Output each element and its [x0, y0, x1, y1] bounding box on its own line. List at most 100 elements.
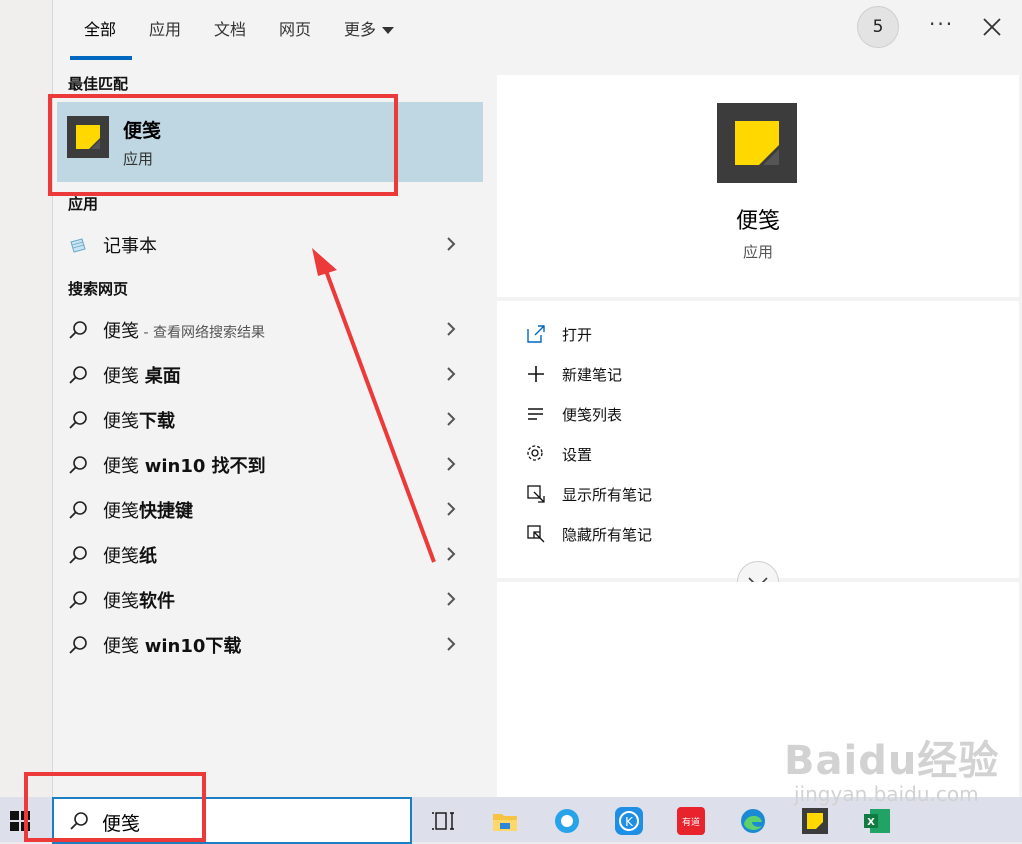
preview-type: 应用 — [742, 243, 773, 261]
tab-more[interactable]: 更多 — [344, 16, 395, 40]
chevron-right-icon[interactable] — [445, 636, 457, 652]
search-icon — [69, 591, 87, 609]
search-icon — [69, 636, 87, 654]
web-result-prefix: 便笺 — [103, 501, 139, 522]
action-label: 显示所有笔记 — [562, 486, 653, 504]
action-notes-list[interactable]: 便笺列表 — [525, 401, 825, 431]
search-icon — [69, 411, 87, 429]
action-label: 设置 — [562, 446, 593, 464]
web-result-prefix: 便笺 — [103, 591, 139, 612]
web-result[interactable]: 便笺下载 — [53, 400, 483, 440]
search-icon — [69, 321, 87, 339]
action-label: 便笺列表 — [562, 406, 623, 424]
section-web: 搜索网页 — [68, 280, 129, 298]
active-tab-indicator — [70, 56, 132, 60]
chevron-right-icon[interactable] — [445, 501, 457, 517]
notepad-icon — [70, 238, 86, 253]
action-open[interactable]: 打开 — [525, 321, 825, 351]
web-result-bold: 软件 — [139, 591, 175, 612]
tab-web[interactable]: 网页 — [279, 16, 311, 40]
action-settings[interactable]: 设置 — [525, 441, 825, 471]
sticky-notes-icon — [67, 116, 109, 158]
web-result[interactable]: 便笺 桌面 — [53, 355, 483, 395]
app-result-label: 记事本 — [103, 236, 157, 257]
youdao-label: 有道 — [682, 816, 700, 828]
search-icon — [69, 501, 87, 519]
web-result[interactable]: 便笺 win10下载 — [53, 625, 483, 665]
tab-all[interactable]: 全部 — [84, 16, 116, 40]
caret-down-icon — [382, 27, 395, 34]
taskbar-search-input[interactable]: 便笺 — [52, 797, 412, 844]
chevron-right-icon[interactable] — [445, 321, 457, 337]
web-result[interactable]: 便笺 - 查看网络搜索结果 — [53, 310, 483, 350]
search-icon — [69, 456, 87, 474]
close-icon[interactable] — [981, 16, 1003, 38]
qq-browser-icon[interactable] — [552, 806, 582, 836]
web-result-bold: 下载 — [139, 411, 175, 432]
sticky-notes-icon[interactable] — [800, 806, 830, 836]
task-view-icon[interactable] — [428, 806, 458, 836]
rewards-badge[interactable]: 5 — [857, 6, 899, 48]
gear-icon — [527, 445, 543, 461]
svg-text:X: X — [867, 817, 875, 828]
action-show-all-notes[interactable]: 显示所有笔记 — [525, 481, 825, 511]
web-result-prefix: 便笺 — [103, 546, 139, 567]
web-result-prefix: 便笺 — [103, 411, 139, 432]
chevron-right-icon[interactable] — [445, 591, 457, 607]
search-panel: 全部 应用 文档 网页 更多 5 ··· 最佳匹配 便笺 应用 应用 记事本 搜… — [52, 0, 1022, 800]
chevron-right-icon[interactable] — [445, 456, 457, 472]
search-icon — [70, 812, 88, 830]
kugou-icon[interactable]: K — [614, 806, 644, 836]
web-result-prefix: 便笺 — [103, 456, 145, 477]
web-result[interactable]: 便笺 win10 找不到 — [53, 445, 483, 485]
action-hide-all-notes[interactable]: 隐藏所有笔记 — [525, 521, 825, 551]
windows-start-icon[interactable] — [10, 811, 30, 831]
plus-icon — [528, 366, 544, 382]
web-result-bold: 快捷键 — [139, 501, 193, 522]
web-result-prefix: 便笺 — [103, 636, 145, 657]
action-new-note[interactable]: 新建笔记 — [525, 361, 825, 391]
web-result-bold: win10下载 — [144, 636, 242, 657]
watermark: Baidu经验 jingyan.baidu.com — [784, 728, 999, 806]
action-list: 打开 新建笔记 便笺列表 设置 显示所有笔记 隐藏所有笔记 — [497, 301, 1019, 603]
action-label: 新建笔记 — [562, 366, 623, 384]
watermark-url: jingyan.baidu.com — [794, 782, 979, 806]
best-match-type: 应用 — [123, 150, 154, 168]
hide-notes-icon — [527, 525, 545, 543]
web-result[interactable]: 便笺软件 — [53, 580, 483, 620]
svg-text:K: K — [625, 815, 634, 829]
show-notes-icon — [527, 485, 545, 503]
web-result[interactable]: 便笺纸 — [53, 535, 483, 575]
chevron-right-icon[interactable] — [445, 411, 457, 427]
web-result-prefix: 便笺 — [103, 366, 145, 387]
open-icon — [527, 325, 545, 343]
tab-apps[interactable]: 应用 — [149, 16, 181, 40]
section-apps: 应用 — [68, 195, 99, 213]
chevron-right-icon[interactable] — [445, 546, 457, 562]
preview-card: 便笺 应用 — [497, 75, 1019, 297]
desktop-background — [0, 0, 52, 800]
file-explorer-icon[interactable] — [490, 806, 520, 836]
best-match-name: 便笺 — [123, 120, 162, 142]
section-best-match: 最佳匹配 — [68, 75, 129, 93]
web-result-bold: win10 找不到 — [144, 456, 266, 477]
app-result-notepad[interactable]: 记事本 — [53, 225, 483, 265]
best-match-item[interactable]: 便笺 应用 — [57, 102, 483, 182]
tab-documents[interactable]: 文档 — [214, 16, 246, 40]
chevron-right-icon[interactable] — [445, 366, 457, 382]
watermark-logo: Baidu经验 — [784, 738, 1000, 784]
preview-name: 便笺 — [735, 209, 780, 234]
chevron-right-icon[interactable] — [445, 236, 457, 252]
web-result-bold: 纸 — [139, 546, 157, 567]
web-result-bold: 桌面 — [144, 366, 181, 387]
ellipsis-icon[interactable]: ··· — [929, 12, 954, 36]
web-result[interactable]: 便笺快捷键 — [53, 490, 483, 530]
tab-bar: 全部 应用 文档 网页 更多 5 ··· — [53, 0, 1022, 60]
action-label: 打开 — [562, 326, 593, 344]
youdao-icon[interactable]: 有道 — [676, 806, 706, 836]
edge-icon[interactable] — [738, 806, 768, 836]
search-icon — [69, 546, 87, 564]
tab-more-label: 更多 — [344, 20, 377, 39]
web-result-prefix: 便笺 — [103, 321, 139, 342]
excel-icon[interactable]: X — [862, 806, 892, 836]
